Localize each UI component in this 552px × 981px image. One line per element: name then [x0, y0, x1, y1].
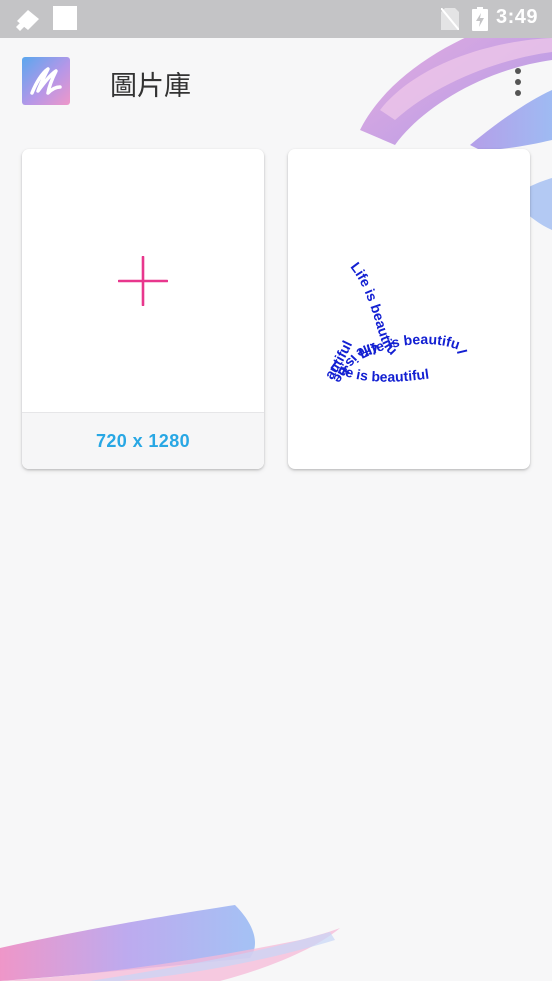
new-canvas-card[interactable]: 720 x 1280	[22, 149, 264, 469]
canvas-size-footer[interactable]: 720 x 1280	[22, 412, 264, 469]
square-notification-icon	[53, 6, 77, 34]
app-logo-icon	[22, 57, 70, 105]
menu-dot	[515, 90, 521, 96]
canvas-size-label: 720 x 1280	[95, 430, 191, 451]
new-canvas-area[interactable]	[22, 149, 264, 413]
status-time: 3:49	[495, 6, 538, 28]
menu-dot	[515, 79, 521, 85]
brush-notification-icon	[14, 5, 42, 35]
battery-charging-icon	[472, 7, 488, 35]
no-sim-icon	[440, 7, 460, 34]
saved-drawing-card[interactable]: Life is beautiful Life is beautiful Life…	[288, 149, 530, 469]
menu-dot	[515, 68, 521, 74]
brush-background	[0, 10, 552, 981]
thumbnail-text: Life is beautiful	[288, 149, 401, 358]
plus-icon	[118, 256, 168, 306]
status-bar: 3:49	[0, 0, 552, 38]
more-vert-icon[interactable]	[504, 62, 532, 102]
drawing-thumbnail: Life is beautiful Life is beautiful Life…	[288, 149, 470, 387]
page-title: 圖片庫	[110, 71, 191, 102]
